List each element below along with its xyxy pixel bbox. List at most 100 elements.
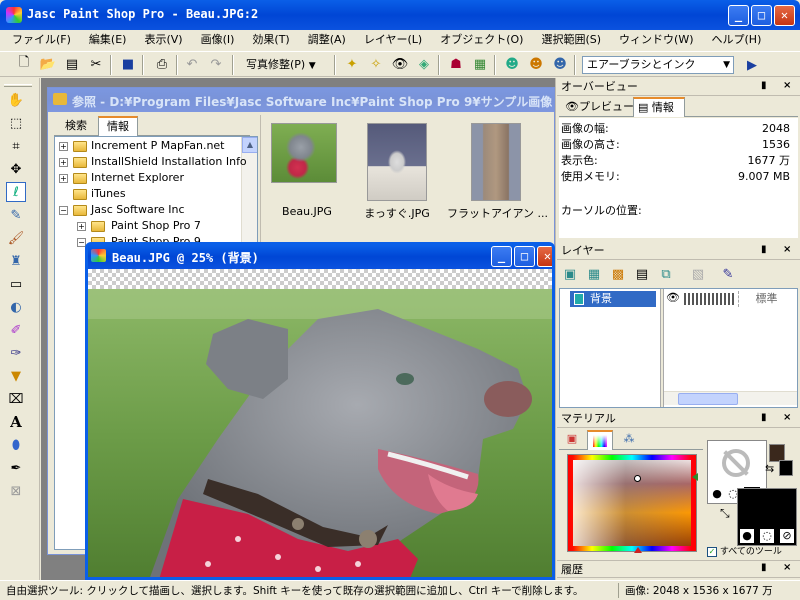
- background-style-box[interactable]: ● ◌ ⊘: [737, 488, 797, 546]
- new-mask-layer-icon[interactable]: ▩: [608, 264, 628, 284]
- menu-window[interactable]: ウィンドウ(W): [610, 30, 702, 50]
- bg-solid-icon[interactable]: ●: [740, 529, 754, 543]
- scroll-thumb[interactable]: [678, 393, 738, 405]
- image-titlebar[interactable]: Beau.JPG @ 25% (背景) _ □ ✕: [88, 245, 552, 269]
- image-maximize-button[interactable]: □: [514, 246, 535, 267]
- pin-icon[interactable]: ▮: [761, 412, 767, 423]
- close-button[interactable]: ✕: [774, 5, 795, 26]
- tree-item[interactable]: + InstallShield Installation Info: [55, 154, 257, 170]
- menu-effects[interactable]: 効果(T): [243, 30, 298, 50]
- pin-icon[interactable]: ▮: [761, 80, 767, 91]
- new-icon[interactable]: 🗋: [14, 54, 34, 74]
- menu-edit[interactable]: 編集(E): [80, 30, 136, 50]
- photo-fix-dropdown[interactable]: 写真修整(P) ▼: [246, 56, 316, 74]
- tab-info[interactable]: ▤ 情報: [633, 97, 685, 117]
- red-eye-icon[interactable]: 👁: [390, 54, 410, 74]
- collapse-icon[interactable]: −: [59, 206, 68, 215]
- minimize-button[interactable]: _: [728, 5, 749, 26]
- visibility-toggle[interactable]: 👁: [666, 291, 686, 307]
- warp-tool-icon[interactable]: ⊠: [6, 481, 26, 501]
- close-icon[interactable]: ×: [783, 562, 791, 573]
- pen-tool-icon[interactable]: ✒: [6, 458, 26, 478]
- one-step-fix-icon[interactable]: ✦: [342, 54, 362, 74]
- person-icon[interactable]: ☗: [446, 54, 466, 74]
- swap-colors-icon[interactable]: ⇆: [765, 462, 774, 475]
- grip-handle[interactable]: [4, 84, 32, 87]
- picker-cursor[interactable]: [634, 475, 641, 482]
- clone-brush-tool-icon[interactable]: ♜: [6, 251, 26, 271]
- sparkle-icon[interactable]: ✧: [366, 54, 386, 74]
- open-icon[interactable]: 📂: [38, 54, 58, 74]
- tab-preview[interactable]: 👁プレビュー: [561, 99, 634, 117]
- expand-icon[interactable]: +: [59, 174, 68, 183]
- menu-file[interactable]: ファイル(F): [0, 30, 80, 50]
- pin-icon[interactable]: ▮: [761, 244, 767, 255]
- blend-mode[interactable]: 標準: [738, 291, 794, 307]
- menu-view[interactable]: 表示(V): [135, 30, 191, 50]
- new-raster-layer-icon[interactable]: ▣: [560, 264, 580, 284]
- hue-ring[interactable]: [568, 455, 696, 551]
- thumbnail[interactable]: まっすぐ.JPG: [357, 123, 437, 223]
- app-titlebar[interactable]: Jasc Paint Shop Pro - Beau.JPG:2 _ □ ✕: [0, 0, 800, 30]
- menu-adjust[interactable]: 調整(A): [299, 30, 355, 50]
- close-icon[interactable]: ×: [783, 244, 791, 255]
- tree-item[interactable]: iTunes: [55, 186, 257, 202]
- user-orange-icon[interactable]: ☻: [526, 54, 546, 74]
- text-tool-icon[interactable]: A: [6, 412, 26, 432]
- selection-tool-icon[interactable]: ⬚: [6, 113, 26, 133]
- move-tool-icon[interactable]: ✥: [6, 159, 26, 179]
- dropper-tool-icon[interactable]: ✎: [6, 205, 26, 225]
- shape-tool-icon[interactable]: ⬮: [6, 435, 26, 455]
- print-icon[interactable]: ⎙: [152, 54, 172, 74]
- expand-icon[interactable]: +: [59, 158, 68, 167]
- tab-info[interactable]: 情報: [98, 116, 138, 136]
- pan-tool-icon[interactable]: ✋: [6, 90, 26, 110]
- new-group-icon[interactable]: ▤: [632, 264, 652, 284]
- new-vector-layer-icon[interactable]: ▦: [584, 264, 604, 284]
- brush-select-dropdown[interactable]: エアーブラシとインク ▼: [582, 56, 734, 74]
- hue-marker-bottom[interactable]: [634, 547, 642, 553]
- color-picker[interactable]: [567, 454, 698, 553]
- menu-objects[interactable]: オブジェクト(O): [431, 30, 532, 50]
- swap-styles-icon[interactable]: ⤡: [720, 506, 730, 521]
- scan-icon[interactable]: ✂: [86, 54, 106, 74]
- flood-fill-tool-icon[interactable]: ▼: [6, 366, 26, 386]
- expand-icon[interactable]: +: [77, 222, 86, 231]
- thumbnail[interactable]: フラットアイアン ...: [447, 123, 548, 223]
- tree-item[interactable]: + Internet Explorer: [55, 170, 257, 186]
- eraser-tool-icon[interactable]: ✑: [6, 343, 26, 363]
- layer-divider[interactable]: [660, 289, 664, 407]
- tree-item[interactable]: + Increment P MapFan.net: [55, 138, 257, 154]
- opacity-slider[interactable]: [684, 293, 734, 305]
- expand-icon[interactable]: +: [59, 142, 68, 151]
- close-icon[interactable]: ×: [783, 80, 791, 91]
- all-tools-checkbox[interactable]: ✓ すべてのツール: [707, 546, 782, 558]
- tab-frame-icon[interactable]: ▣: [561, 432, 583, 450]
- menu-image[interactable]: 画像(I): [192, 30, 244, 50]
- tab-swatches-icon[interactable]: ⁂: [617, 432, 641, 450]
- close-icon[interactable]: ×: [783, 412, 791, 423]
- freehand-select-tool-icon[interactable]: ℓ: [6, 182, 26, 202]
- solid-color-icon[interactable]: ●: [710, 487, 724, 501]
- pin-icon[interactable]: ▮: [761, 562, 767, 573]
- layer-row[interactable]: 背景: [570, 291, 656, 307]
- layer-properties-icon[interactable]: ✎: [718, 264, 738, 284]
- play-icon[interactable]: ▶: [742, 55, 762, 75]
- tree-item[interactable]: + Paint Shop Pro 7: [55, 218, 257, 234]
- scratch-remover-tool-icon[interactable]: ▭: [6, 274, 26, 294]
- tab-search[interactable]: 検索: [58, 118, 94, 134]
- image-close-button[interactable]: ✕: [537, 246, 552, 267]
- browser-titlebar[interactable]: 参照 - D:¥Program Files¥Jasc Software Inc¥…: [48, 88, 554, 112]
- image-canvas[interactable]: [88, 269, 552, 577]
- menu-selections[interactable]: 選択範囲(S): [532, 30, 610, 50]
- image-minimize-button[interactable]: _: [491, 246, 512, 267]
- tree-item[interactable]: − Jasc Software Inc: [55, 202, 257, 218]
- delete-layer-icon[interactable]: ▧: [688, 264, 708, 284]
- bg-pattern-icon[interactable]: ⊘: [780, 529, 794, 543]
- menu-help[interactable]: ヘルプ(H): [703, 30, 771, 50]
- undo-icon[interactable]: ↶: [182, 54, 202, 74]
- maximize-button[interactable]: □: [751, 5, 772, 26]
- tab-rainbow-icon[interactable]: [587, 430, 613, 450]
- paint-brush-tool-icon[interactable]: 🖌: [6, 228, 26, 248]
- layer-scrollbar[interactable]: [664, 391, 797, 405]
